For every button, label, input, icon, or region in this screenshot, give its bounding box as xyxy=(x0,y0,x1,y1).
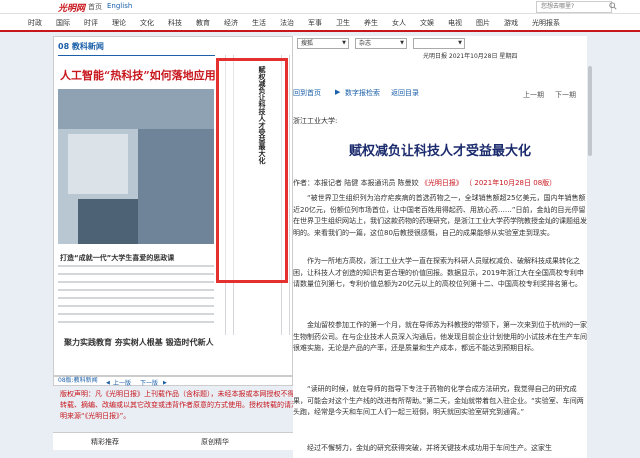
chevron-down-icon: ▼ xyxy=(342,40,346,46)
article-pane: 搜狐 ▼ 杂志 ▼ ▼ 光明日报 2021年10月28日 星期四 回到首页 ▶ … xyxy=(293,36,587,458)
text-line xyxy=(58,265,214,267)
article-source: 浙江工业大学: xyxy=(293,117,338,125)
recommend-tabs: 精彩推荐 原创精华 xyxy=(53,432,293,450)
text-column xyxy=(289,55,290,335)
author-line: 作者：本报记者 陆健 本报通讯员 陈曼姣 xyxy=(293,179,419,187)
channel-select[interactable]: 搜狐 ▼ xyxy=(297,38,349,49)
article-paragraph: 金灿留校参加工作的第一个月，就在导师苏为科教授的带领下，第一次来到位于杭州的一家… xyxy=(293,321,587,352)
main-nav: 时政 国际 时评 理论 文化 科技 教育 经济 生活 法治 军事 卫生 养生 女… xyxy=(0,14,640,32)
divider xyxy=(58,55,215,56)
prev-issue-link[interactable]: 上一期 xyxy=(523,90,544,100)
article-paragraph: “被世界卫生组织列为治疗疟疾病的首选药物之一，全球销售额超25亿美元，国内年销售… xyxy=(293,194,587,237)
article-paragraph: 作为一所地方高校，浙江工业大学一直在探索为科研人员赋权减负、破解科技成果转化之困… xyxy=(293,257,584,288)
prev-arrow-icon: ◀ xyxy=(106,380,110,386)
publish-date: （ 2021年10月28日 08版） xyxy=(465,179,557,187)
paper-headline[interactable]: 人工智能“热科技”如何落地应用 xyxy=(60,67,216,83)
text-line xyxy=(58,313,214,315)
nav-item[interactable]: 理论 xyxy=(112,18,126,28)
nav-item[interactable]: 法治 xyxy=(280,18,294,28)
return-home-link[interactable]: 回到首页 xyxy=(293,88,321,98)
selected-article-highlight[interactable] xyxy=(216,58,288,283)
nav-item[interactable]: 文化 xyxy=(140,18,154,28)
text-line xyxy=(58,305,214,307)
edition-label: 08 教科新闻 xyxy=(58,42,104,51)
photo-region xyxy=(138,129,214,244)
photo-region xyxy=(58,89,214,129)
top-bar: 光明网 首页 English 您想去哪里? xyxy=(0,0,640,14)
chevron-down-icon: ▼ xyxy=(400,40,404,46)
search-icon[interactable] xyxy=(609,2,617,10)
source-link[interactable]: 《光明日报》 xyxy=(421,179,463,187)
edition-footer-label: 08版:教科新闻 xyxy=(58,377,98,384)
photo-region xyxy=(78,199,138,244)
next-issue-link[interactable]: 下一期 xyxy=(555,90,576,100)
digital-search-link[interactable]: 数字报检索 xyxy=(345,88,380,98)
page-scrollbar[interactable] xyxy=(587,36,593,458)
tab-recommended[interactable]: 精彩推荐 xyxy=(91,437,119,447)
channel-select-value: 搜狐 xyxy=(301,40,314,47)
next-arrow-icon: ▶ xyxy=(163,380,167,386)
chevron-down-icon: ▼ xyxy=(458,40,462,46)
arrow-icon: ▶ xyxy=(335,88,341,96)
nav-item[interactable]: 军事 xyxy=(308,18,322,28)
article-paragraph: 经过不懈努力，金灿的研究获得突破，并将关键技术成功用于车间生产。这家生 xyxy=(307,444,552,452)
nav-item[interactable]: 教育 xyxy=(196,18,210,28)
nav-item[interactable]: 经济 xyxy=(224,18,238,28)
photo-region xyxy=(68,134,128,194)
nav-item[interactable]: 时评 xyxy=(84,18,98,28)
home-link[interactable]: 首页 xyxy=(88,2,102,12)
nav-item[interactable]: 光明报系 xyxy=(532,18,560,28)
nav-item[interactable]: 国际 xyxy=(56,18,70,28)
nav-item[interactable]: 游戏 xyxy=(504,18,518,28)
nav-item[interactable]: 科技 xyxy=(168,18,182,28)
copyright-notice: 版权声明：凡《光明日报》上刊载作品（含标题），未经本报或本网授权不得转载、摘编、… xyxy=(60,390,298,420)
english-link[interactable]: English xyxy=(107,2,132,10)
nav-item[interactable]: 女人 xyxy=(392,18,406,28)
article-paragraph: “读研的时候，就在导师的指导下专注于药物的化学合成方法研究，我觉得自己的研究成果… xyxy=(293,385,584,416)
article-byline: 作者：本报记者 陆健 本报通讯员 陈曼姣 《光明日报》 （ 2021年10月28… xyxy=(293,178,587,188)
text-line xyxy=(58,289,214,291)
text-line xyxy=(58,297,214,299)
paper-text-block xyxy=(58,247,214,342)
nav-item[interactable]: 养生 xyxy=(364,18,378,28)
nav-item[interactable]: 时政 xyxy=(28,18,42,28)
lab-photo xyxy=(58,89,214,244)
issue-date: 光明日报 2021年10月28日 星期四 xyxy=(423,53,518,60)
tab-original[interactable]: 原创精华 xyxy=(201,437,229,447)
site-logo[interactable]: 光明网 xyxy=(58,1,85,14)
next-edition-link[interactable]: 下一版 xyxy=(140,378,158,387)
back-to-directory-link[interactable]: 返回目录 xyxy=(391,88,419,98)
nav-item[interactable]: 电视 xyxy=(448,18,462,28)
text-line xyxy=(58,321,214,323)
highlighted-article-title[interactable]: 赋权减负让科技人才受益最大化 xyxy=(257,66,267,164)
site-search-input[interactable]: 您想去哪里? xyxy=(536,1,612,13)
nav-item[interactable]: 生活 xyxy=(252,18,266,28)
type-select[interactable]: 杂志 ▼ xyxy=(355,38,407,49)
type-select-value: 杂志 xyxy=(359,40,372,47)
edition-footer: 08版:教科新闻 xyxy=(53,376,293,386)
prev-edition-link[interactable]: 上一版 xyxy=(113,378,131,387)
nav-item[interactable]: 卫生 xyxy=(336,18,350,28)
nav-item[interactable]: 图片 xyxy=(476,18,490,28)
paper-subheadline[interactable]: 聚力实践教育 夯实树人根基 锻造时代新人 xyxy=(64,337,214,348)
nav-item[interactable]: 文娱 xyxy=(420,18,434,28)
article-title: 赋权减负让科技人才受益最大化 xyxy=(348,144,531,159)
scrollbar-thumb[interactable] xyxy=(588,66,592,156)
text-select[interactable]: ▼ xyxy=(413,38,465,49)
text-line xyxy=(58,273,214,275)
text-line xyxy=(58,281,214,283)
